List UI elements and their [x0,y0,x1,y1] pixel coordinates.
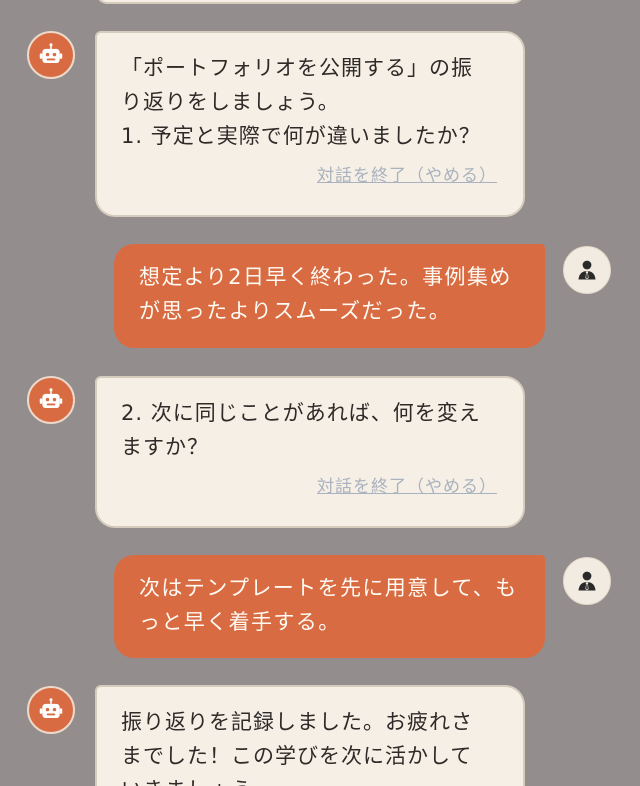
user-avatar [563,246,611,294]
message-text: 次はテンプレートを先に用意して、も [139,576,518,600]
message-text: 1. 予定と実際で何が違いましたか？ [121,124,481,148]
robot-icon [39,388,63,409]
robot-icon [39,43,63,64]
message-text: 想定より2日早く終わった。事例集め [139,265,512,289]
message-text: が思ったよりスムーズだった。 [139,299,452,323]
message-text: り返りをしましょう。 [121,90,340,114]
message-text: 振り返りを記録しました。お疲れさ [121,710,473,734]
message-text: っと早く着手する。 [139,610,341,634]
message-text: までした！この学びを次に活かして [121,744,473,768]
previous-message-bubble [95,0,525,4]
bot-avatar [27,686,75,734]
bot-message-bubble: 「ポートフォリオを公開する」の振 り返りをしましょう。 1. 予定と実際で何が違… [95,31,525,217]
end-conversation-link[interactable]: 対話を終了（やめる） [317,470,497,504]
message-text: 2. 次に同じことがあれば、何を変え [121,401,481,425]
robot-icon [39,698,63,719]
message-text: 「ポートフォリオを公開する」の振 [121,56,473,80]
user-avatar [563,557,611,605]
message-text: ますか？ [121,435,209,459]
user-message-bubble: 想定より2日早く終わった。事例集め が思ったよりスムーズだった。 [114,244,545,348]
bot-avatar [27,31,75,79]
user-message-bubble: 次はテンプレートを先に用意して、も っと早く着手する。 [114,555,545,658]
user-icon [578,260,596,280]
bot-avatar [27,376,75,424]
message-text: いきましょう。 [121,773,501,786]
bot-message-bubble: 振り返りを記録しました。お疲れさ までした！この学びを次に活かして いきましょう… [95,685,525,786]
user-icon [578,571,596,591]
bot-message-bubble: 2. 次に同じことがあれば、何を変え ますか？ 対話を終了（やめる） [95,376,525,528]
end-conversation-link[interactable]: 対話を終了（やめる） [317,159,497,193]
